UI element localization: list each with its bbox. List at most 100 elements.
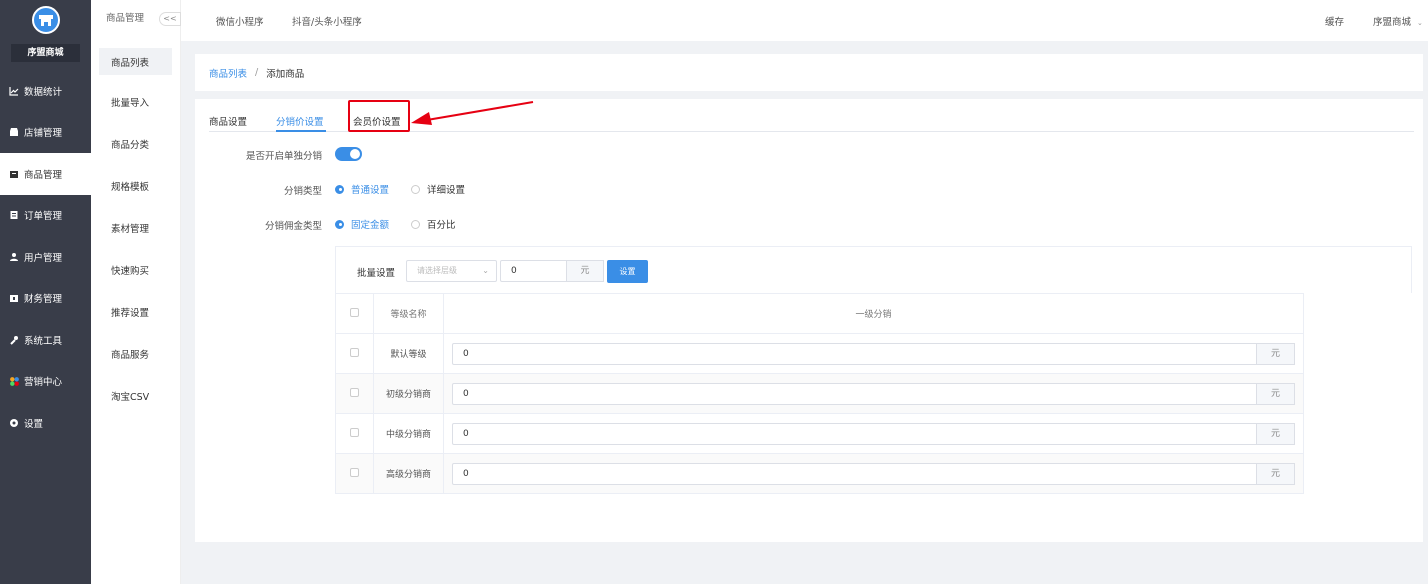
sidebar-item-label: 财务管理 bbox=[24, 294, 63, 306]
collapse-button[interactable]: << bbox=[159, 12, 181, 26]
chevron-down-icon: ⌄ bbox=[482, 266, 489, 275]
distribution-level-table: 等级名称 一级分销 默认等级 0元 初级分销商 0元 中级分销商 0元 高级分销… bbox=[335, 293, 1304, 494]
subnav-item-taobao-csv[interactable]: 淘宝CSV bbox=[91, 375, 180, 417]
distribution-type-group: 普通设置 详细设置 bbox=[335, 182, 487, 196]
sidebar-item-settings[interactable]: 设置 bbox=[0, 402, 91, 444]
sidebar-item-users[interactable]: 用户管理 bbox=[0, 236, 91, 278]
sidebar-item-label: 商品管理 bbox=[24, 169, 63, 181]
subnav-item-materials[interactable]: 素材管理 bbox=[91, 207, 180, 249]
subnav-title-text: 商品管理 bbox=[106, 13, 145, 24]
logo-area: 序盟商城 bbox=[0, 0, 91, 70]
commission-input[interactable]: 0 bbox=[452, 422, 1257, 445]
batch-set-button[interactable]: 设置 bbox=[607, 260, 648, 283]
subnav-item-recommend[interactable]: 推荐设置 bbox=[91, 291, 180, 333]
sub-navigation: 商品管理 << 商品列表 批量导入 商品分类 规格模板 素材管理 快速购买 推荐… bbox=[91, 0, 181, 584]
select-all-checkbox[interactable] bbox=[350, 307, 359, 317]
tab-wechat-miniprogram[interactable]: 微信小程序 bbox=[216, 14, 264, 28]
tab-goods-settings[interactable]: 商品设置 bbox=[209, 114, 247, 128]
batch-value-input[interactable]: 0 bbox=[500, 260, 567, 282]
commission-type-group: 固定金额 百分比 bbox=[335, 217, 478, 231]
goods-icon bbox=[8, 168, 20, 180]
gear-icon bbox=[8, 417, 20, 429]
subnav-item-quick-buy[interactable]: 快速购买 bbox=[91, 249, 180, 291]
table-row: 初级分销商 0元 bbox=[335, 373, 1304, 414]
level-select[interactable]: 请选择层级 ⌄ bbox=[406, 260, 497, 282]
annotation-arrow-icon bbox=[411, 101, 534, 125]
sidebar-item-orders[interactable]: 订单管理 bbox=[0, 195, 91, 237]
user-icon bbox=[8, 251, 20, 263]
select-all-cell bbox=[335, 293, 374, 334]
sidebar-item-store[interactable]: 店铺管理 bbox=[0, 112, 91, 154]
sidebar-item-tools[interactable]: 系统工具 bbox=[0, 319, 91, 361]
breadcrumb-parent-link[interactable]: 商品列表 bbox=[209, 66, 247, 80]
chart-icon bbox=[8, 85, 20, 97]
col-first-level: 一级分销 bbox=[443, 293, 1304, 334]
level-name: 初级分销商 bbox=[373, 373, 444, 414]
marketing-icon bbox=[8, 375, 20, 387]
commission-type-label: 分销佣金类型 bbox=[264, 221, 322, 232]
sidebar-item-label: 店铺管理 bbox=[24, 128, 63, 140]
table-header-row: 等级名称 一级分销 bbox=[335, 293, 1304, 334]
col-level-name: 等级名称 bbox=[373, 293, 444, 334]
sidebar: 序盟商城 数据统计 店铺管理 商品管理 订单管理 用户管理 财务管理 系统工具 … bbox=[0, 0, 91, 584]
subnav-item-spec-template[interactable]: 规格模板 bbox=[91, 165, 180, 207]
radio-fixed-amount[interactable]: 固定金额 bbox=[335, 217, 389, 231]
commission-input[interactable]: 0 bbox=[452, 462, 1257, 485]
commission-input[interactable]: 0 bbox=[452, 382, 1257, 405]
level-name: 默认等级 bbox=[373, 333, 444, 374]
table-row: 高级分销商 0元 bbox=[335, 453, 1304, 494]
breadcrumb-current: 添加商品 bbox=[266, 68, 305, 80]
sidebar-item-label: 营销中心 bbox=[24, 377, 63, 389]
distribution-type-label: 分销类型 bbox=[283, 186, 322, 197]
sidebar-item-label: 系统工具 bbox=[24, 335, 63, 347]
radio-normal-setting[interactable]: 普通设置 bbox=[335, 182, 389, 196]
radio-percentage[interactable]: 百分比 bbox=[411, 217, 456, 231]
subnav-item-services[interactable]: 商品服务 bbox=[91, 333, 180, 375]
sidebar-item-stats[interactable]: 数据统计 bbox=[0, 70, 91, 112]
subnav-item-goods-list[interactable]: 商品列表 bbox=[99, 48, 172, 75]
table-row: 中级分销商 0元 bbox=[335, 413, 1304, 454]
order-icon bbox=[8, 209, 20, 221]
shop-logo-icon bbox=[32, 6, 60, 34]
top-bar: 微信小程序 抖音/头条小程序 缓存 序盟商城 ⌄ bbox=[181, 0, 1428, 41]
sidebar-item-label: 数据统计 bbox=[24, 86, 63, 98]
wrench-icon bbox=[8, 334, 20, 346]
breadcrumb-separator: / bbox=[255, 67, 259, 78]
sidebar-item-label: 订单管理 bbox=[24, 211, 63, 223]
tab-douyin-miniprogram[interactable]: 抖音/头条小程序 bbox=[292, 14, 362, 28]
breadcrumb: 商品列表 / 添加商品 bbox=[195, 54, 1423, 91]
cache-button[interactable]: 缓存 bbox=[1325, 14, 1344, 28]
sidebar-item-goods[interactable]: 商品管理 bbox=[0, 153, 91, 195]
standalone-distribution-switch[interactable] bbox=[335, 147, 362, 161]
finance-icon bbox=[8, 292, 20, 304]
shop-dropdown[interactable]: 序盟商城 ⌄ bbox=[1373, 14, 1423, 28]
row-checkbox[interactable] bbox=[350, 467, 359, 477]
active-tab-indicator bbox=[276, 130, 326, 132]
unit-label: 元 bbox=[1257, 342, 1295, 365]
batch-unit: 元 bbox=[566, 260, 604, 282]
unit-label: 元 bbox=[1257, 422, 1295, 445]
commission-input[interactable]: 0 bbox=[452, 342, 1257, 365]
level-select-placeholder: 请选择层级 bbox=[417, 266, 457, 275]
shop-name: 序盟商城 bbox=[11, 44, 80, 62]
sidebar-item-finance[interactable]: 财务管理 bbox=[0, 278, 91, 320]
standalone-distribution-label: 是否开启单独分销 bbox=[245, 151, 322, 162]
row-checkbox[interactable] bbox=[350, 427, 359, 437]
batch-setting-panel: 批量设置 请选择层级 ⌄ 0 元 设置 bbox=[335, 246, 1412, 293]
sidebar-item-marketing[interactable]: 营销中心 bbox=[0, 361, 91, 403]
table-row: 默认等级 0元 bbox=[335, 333, 1304, 374]
row-checkbox[interactable] bbox=[350, 387, 359, 397]
subnav-item-category[interactable]: 商品分类 bbox=[91, 123, 180, 165]
tab-distribution-price[interactable]: 分销价设置 bbox=[276, 114, 324, 128]
shop-dropdown-label: 序盟商城 bbox=[1373, 17, 1412, 28]
sidebar-item-label: 设置 bbox=[24, 418, 44, 430]
highlight-box bbox=[348, 100, 410, 132]
unit-label: 元 bbox=[1257, 462, 1295, 485]
chevron-down-icon: ⌄ bbox=[1417, 19, 1423, 27]
radio-detailed-setting[interactable]: 详细设置 bbox=[411, 182, 465, 196]
row-checkbox[interactable] bbox=[350, 347, 359, 357]
subnav-title: 商品管理 << bbox=[91, 0, 181, 38]
sidebar-item-label: 用户管理 bbox=[24, 252, 63, 264]
batch-setting-label: 批量设置 bbox=[357, 268, 396, 279]
subnav-item-batch-import[interactable]: 批量导入 bbox=[91, 81, 180, 123]
